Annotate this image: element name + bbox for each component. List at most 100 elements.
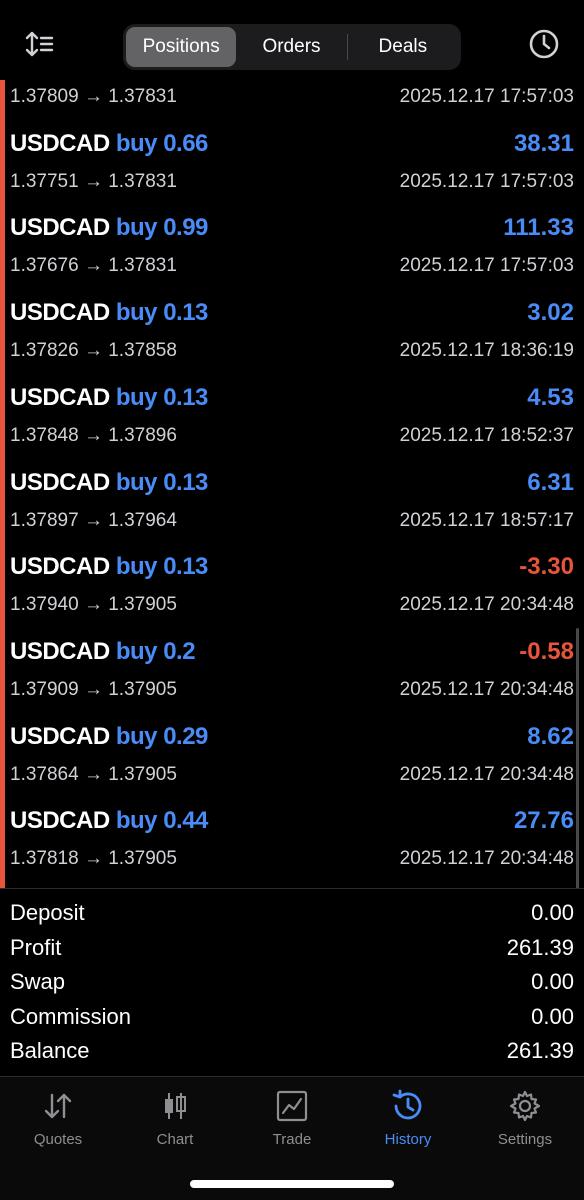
deal-time: 2025.12.17 17:57:03: [399, 170, 574, 192]
deal-symbol: USDCAD: [10, 468, 110, 496]
deal-title: USDCAD buy 0.44: [10, 807, 208, 835]
scroll-indicator: [576, 628, 579, 888]
deal-profit: 27.76: [513, 807, 574, 835]
deal-row[interactable]: USDCAD buy 0.661.37809 → 1.378312025.12.…: [0, 80, 584, 124]
deal-volume: 0.13: [163, 383, 208, 411]
deal-volume: 0.13: [163, 299, 208, 327]
deal-prices: 1.37676 → 1.37831: [10, 255, 177, 277]
top-header: Positions Orders Deals: [0, 0, 584, 80]
tab-positions-label: Positions: [142, 36, 220, 57]
deal-title: USDCAD buy 0.13: [10, 553, 208, 581]
deal-time: 2025.12.17 20:34:48: [399, 678, 574, 700]
deal-prices: 1.37826 → 1.37858: [10, 340, 177, 362]
summary-label: Commission: [10, 1003, 132, 1029]
deal-profit: 8.62: [527, 722, 574, 750]
deal-direction: buy: [115, 637, 158, 665]
deal-row[interactable]: USDCAD buy 0.2 -0.58 1.37909 → 1.37905 2025…: [0, 632, 584, 717]
tab-label: History: [384, 1131, 432, 1148]
deal-prices: 1.37848 → 1.37896: [10, 424, 177, 446]
summary-label: Deposit: [10, 900, 85, 925]
tab-settings[interactable]: Settings: [467, 1089, 583, 1159]
home-indicator: [190, 1180, 394, 1188]
clock-icon: [528, 28, 560, 65]
summary-value: 261.39: [506, 934, 574, 960]
tab-deals[interactable]: Deals: [348, 27, 458, 67]
deal-volume: 0.66: [163, 129, 208, 157]
deal-prices: 1.37909 → 1.37905: [10, 678, 177, 700]
deal-symbol: USDCAD: [10, 807, 110, 835]
deal-prices: 1.37809 → 1.37831: [10, 86, 177, 107]
deal-prices: 1.37751 → 1.37831: [10, 170, 177, 192]
tab-quotes[interactable]: Quotes: [0, 1089, 116, 1159]
deal-time: 2025.12.17 18:52:37: [399, 424, 574, 446]
deal-row[interactable]: USDCAD buy 0.13 4.53 1.37848 → 1.37896 2025…: [0, 378, 584, 463]
deal-symbol: USDCAD: [10, 722, 110, 750]
deal-volume: 0.13: [163, 468, 208, 496]
tab-label: Settings: [497, 1131, 553, 1148]
deal-volume: 0.13: [163, 553, 208, 581]
history-clock-icon: [391, 1089, 425, 1123]
deal-row[interactable]: USDCAD buy 0.44 27.76 1.37818 → 1.37905 202…: [0, 801, 584, 886]
tab-label: Trade: [272, 1131, 312, 1148]
tab-orders[interactable]: Orders: [236, 27, 346, 67]
history-type-segmented-control: Positions Orders Deals: [123, 24, 461, 70]
deal-time: 2025.12.17 18:57:17: [399, 509, 574, 531]
deal-direction: buy: [115, 468, 158, 496]
deal-profit: 6.31: [527, 468, 574, 496]
summary-value: 0.00: [531, 1003, 574, 1029]
deal-prices: 1.37864 → 1.37905: [10, 763, 177, 785]
deal-volume: 0.2: [163, 637, 196, 665]
summary-swap: Swap 0.00: [0, 965, 584, 1000]
summary-label: Swap: [10, 969, 66, 995]
gear-icon: [508, 1089, 542, 1123]
deal-symbol: USDCAD: [10, 129, 110, 157]
summary-panel: Deposit 0.00 Profit 261.39 Swap 0.00 Com…: [0, 896, 584, 1069]
sort-button[interactable]: [20, 28, 60, 64]
deal-prices: 1.37897 → 1.37964: [10, 509, 177, 531]
deal-row[interactable]: USDCAD buy 0.13 6.31 1.37897 → 1.37964 2025…: [0, 463, 584, 548]
deal-symbol: USDCAD: [10, 553, 110, 581]
positions-list[interactable]: USDCAD buy 0.66 1.37809 → 1.37831 2025.12.…: [0, 80, 584, 888]
deal-direction: buy: [115, 553, 158, 581]
deal-profit: -0.58: [519, 637, 574, 665]
tab-trade[interactable]: Trade: [234, 1089, 350, 1159]
deal-row[interactable]: USDCAD buy 0.66 38.31 1.37751 → 1.37831 202…: [0, 124, 584, 209]
deal-volume: 0.29: [163, 722, 208, 750]
deal-title: USDCAD buy 0.13: [10, 384, 208, 412]
deal-profit: -3.30: [519, 553, 574, 581]
deal-row[interactable]: USDCAD buy 0.13 3.02 1.37826 → 1.37858 2025…: [0, 293, 584, 378]
period-button[interactable]: [524, 26, 564, 66]
tab-orders-label: Orders: [262, 36, 321, 57]
deal-time: 2025.12.17 18:36:19: [399, 340, 574, 362]
summary-label: Balance: [10, 1038, 90, 1064]
deal-direction: buy: [115, 807, 158, 835]
deal-direction: buy: [115, 383, 158, 411]
deal-symbol: USDCAD: [10, 214, 110, 242]
tab-history[interactable]: History: [350, 1089, 466, 1159]
summary-value: 261.39: [506, 1038, 574, 1064]
deal-time: 2025.12.17 20:34:48: [399, 848, 574, 870]
summary-commission: Commission 0.00: [0, 1000, 584, 1035]
divider: [0, 888, 584, 889]
deal-time: 2025.12.17 20:34:48: [399, 594, 574, 616]
sort-arrows-icon: [25, 31, 55, 62]
deal-prices: 1.37818 → 1.37905: [10, 848, 177, 870]
summary-value: 0.00: [531, 969, 574, 995]
deal-title: USDCAD buy 0.2: [10, 637, 196, 666]
deal-row[interactable]: USDCAD buy 0.99 111.33 1.37676 → 1.37831 20…: [0, 208, 584, 293]
tab-chart[interactable]: Chart: [117, 1089, 233, 1159]
deal-direction: buy: [115, 214, 158, 242]
deal-title: USDCAD buy 0.99: [10, 214, 208, 242]
tab-positions[interactable]: Positions: [126, 27, 237, 67]
summary-label: Profit: [10, 934, 62, 960]
deal-title: USDCAD buy 0.66: [10, 130, 208, 158]
deal-profit: 38.31: [513, 129, 574, 157]
deal-title: USDCAD buy 0.13: [10, 469, 208, 497]
deal-direction: buy: [115, 722, 158, 750]
tab-label: Chart: [156, 1131, 194, 1148]
deal-row[interactable]: USDCAD buy 0.13 -3.30 1.37940 → 1.37905 202…: [0, 547, 584, 632]
deal-row[interactable]: USDCAD buy 0.29 8.62 1.37864 → 1.37905 2025…: [0, 717, 584, 802]
candlestick-icon: [158, 1089, 192, 1123]
deal-direction: buy: [115, 299, 158, 327]
tab-deals-label: Deals: [378, 36, 428, 57]
